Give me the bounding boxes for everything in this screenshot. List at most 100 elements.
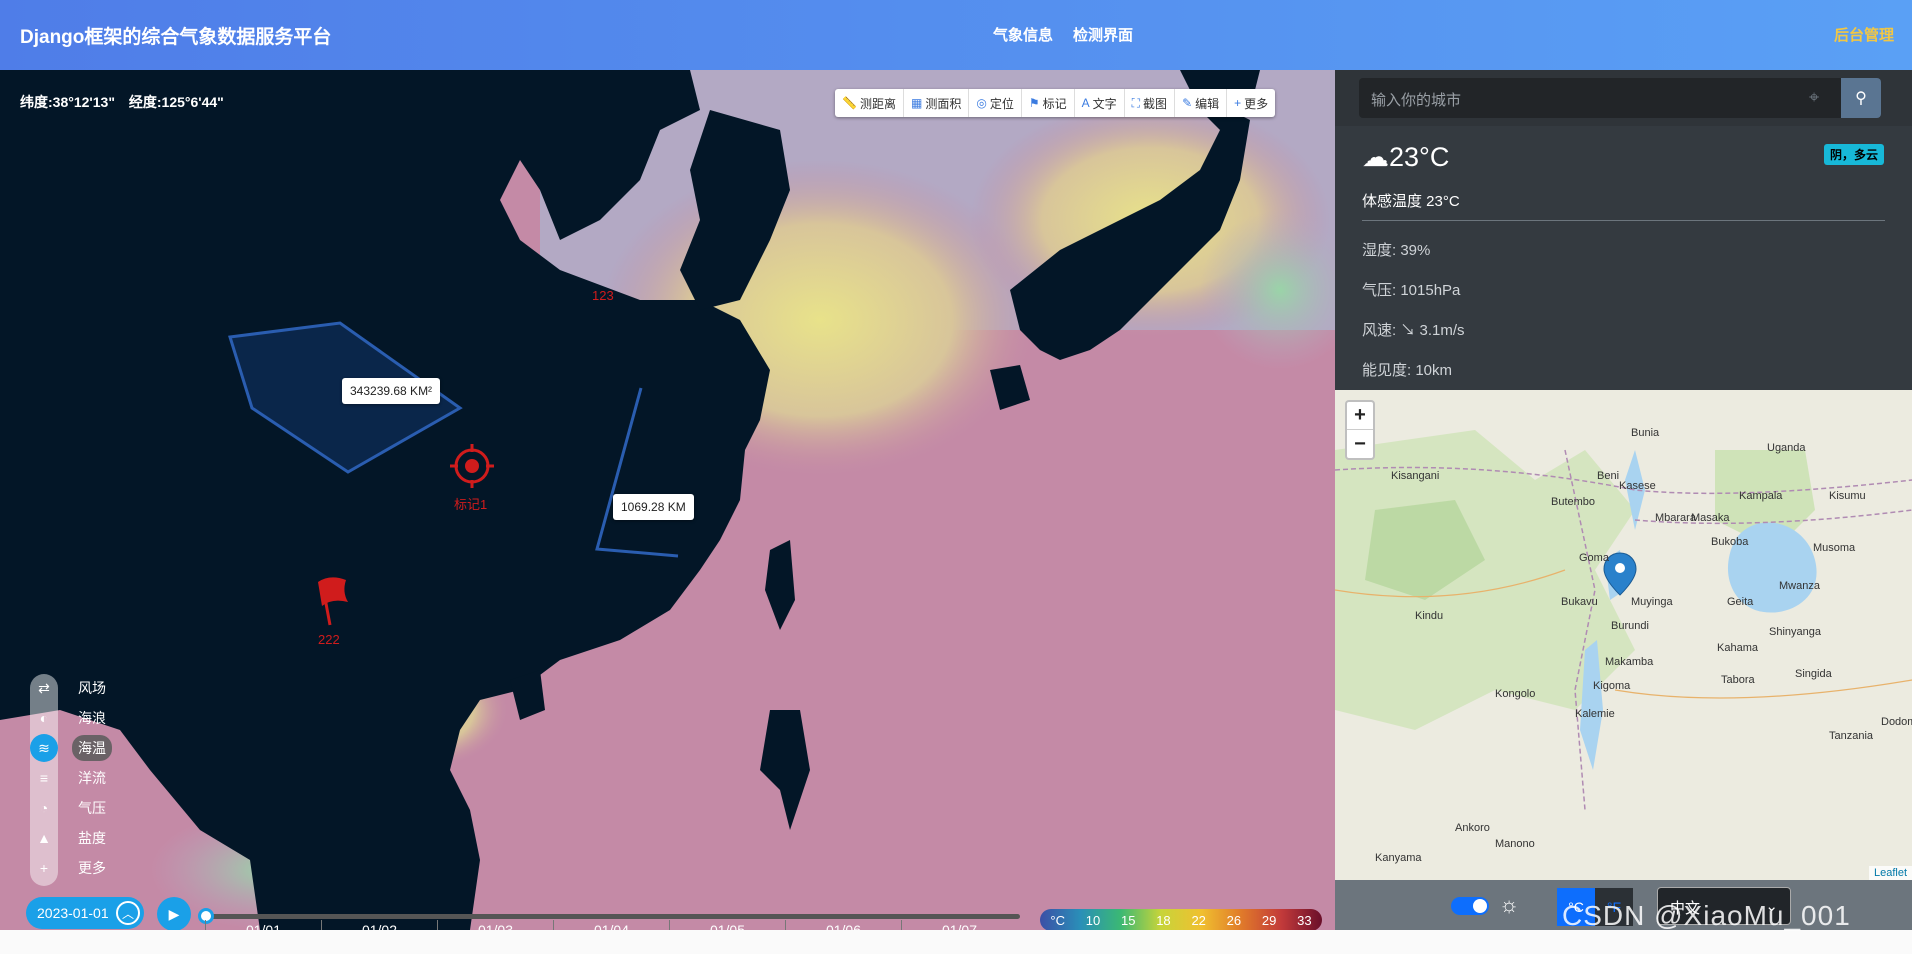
place-label: Tabora: [1721, 674, 1755, 686]
more-icon: +: [39, 860, 49, 876]
pressure: 气压: 1015hPa: [1362, 282, 1461, 299]
sea-temp-icon: ≋: [30, 734, 58, 762]
time-player: 2023-01-01 ︿ ▶ 01/01 01/02 01/03 01/04 01…: [0, 882, 1335, 930]
timeline-tick[interactable]: 01/02: [321, 920, 437, 930]
legend-value: 18: [1156, 912, 1171, 928]
place-label: Makamba: [1605, 656, 1654, 668]
timeline-tick[interactable]: 01/06: [785, 920, 901, 930]
place-label: Burundi: [1611, 620, 1649, 632]
place-label: Masaka: [1691, 512, 1730, 524]
nav-weather-info[interactable]: 气象信息: [993, 24, 1053, 45]
weather-panel: 输入你的城市 ⌖ ⚲ ☁23°C 阴，多云 体感温度 23°C 湿度: 39% …: [1335, 70, 1912, 930]
place-label: Geita: [1727, 596, 1754, 608]
main-nav: 气象信息 检测界面: [993, 24, 1133, 45]
date-picker[interactable]: 2023-01-01 ︿: [26, 897, 144, 929]
wind-speed: 风速: ↘ 3.1m/s: [1362, 322, 1465, 339]
timeline-tick[interactable]: 01/07: [901, 920, 1017, 930]
play-button[interactable]: ▶: [157, 897, 191, 930]
city-search-input[interactable]: 输入你的城市: [1371, 89, 1461, 110]
layer-pressure[interactable]: ◔ 气压: [30, 794, 112, 822]
layer-label: 海浪: [78, 710, 106, 726]
nav-monitor[interactable]: 检测界面: [1073, 24, 1133, 45]
divider: [1362, 220, 1885, 221]
place-label: Mbarara: [1655, 512, 1696, 524]
place-label: Singida: [1795, 668, 1832, 680]
minimap-canvas: [1335, 390, 1912, 880]
place-label: Musoma: [1813, 542, 1856, 554]
place-label: Goma: [1579, 552, 1609, 564]
place-label: Dodoma: [1881, 716, 1912, 728]
layer-salinity[interactable]: ▲ 盐度: [30, 824, 112, 852]
theme-toggle[interactable]: [1451, 897, 1489, 915]
current-date: 2023-01-01: [37, 905, 109, 921]
place-label: Kalemie: [1575, 708, 1615, 720]
place-label: Bukavu: [1561, 596, 1598, 608]
chevron-up-icon[interactable]: ︿: [116, 901, 140, 925]
sun-icon: ☼: [1499, 892, 1520, 917]
marker-label: 标记1: [454, 497, 488, 512]
place-label: Uganda: [1767, 442, 1806, 454]
place-label: Bunia: [1631, 427, 1660, 439]
legend-value: 26: [1226, 912, 1242, 928]
place-label: Kisangani: [1391, 470, 1440, 482]
layer-current[interactable]: ≡ 洋流: [30, 764, 112, 792]
measured-distance-line: [595, 387, 679, 558]
leaflet-attribution[interactable]: Leaflet: [1868, 866, 1912, 880]
legend-value: 15: [1120, 912, 1136, 928]
temperature-legend: °C 10 15 18 22 26 29 33: [1040, 909, 1322, 930]
visibility: 能见度: 10km: [1362, 362, 1453, 379]
area-measure-tooltip: 343239.68 KM²: [342, 378, 441, 404]
legend-value: 29: [1261, 912, 1277, 928]
zoom-control: + −: [1345, 400, 1375, 460]
layer-label: 洋流: [78, 770, 106, 786]
place-label: Mwanza: [1779, 580, 1820, 592]
search-button[interactable]: ⚲: [1841, 78, 1881, 118]
legend-value: 10: [1085, 912, 1101, 928]
feels-like: 体感温度 23°C: [1362, 193, 1460, 210]
weather-condition-badge: 阴，多云: [1823, 144, 1884, 165]
place-label: Kanyama: [1375, 852, 1422, 864]
timeline-tick[interactable]: 01/04: [553, 920, 669, 930]
legend-unit: °C: [1050, 912, 1065, 928]
place-label: Ankoro: [1455, 822, 1490, 834]
zoom-out-button[interactable]: −: [1347, 430, 1373, 458]
place-label: Kasese: [1619, 480, 1656, 492]
layer-more[interactable]: + 更多: [30, 854, 112, 882]
red-flag-icon: [318, 577, 348, 626]
zoom-in-button[interactable]: +: [1347, 402, 1373, 430]
timeline-tick[interactable]: 01/05: [669, 920, 785, 930]
layer-sea-temp[interactable]: ≋ 海温: [30, 734, 112, 762]
humidity: 湿度: 39%: [1362, 242, 1431, 259]
place-label: Muyinga: [1631, 596, 1673, 608]
layer-label: 海温: [72, 735, 112, 761]
app-title: Django框架的综合气象数据服务平台: [20, 27, 332, 48]
admin-link[interactable]: 后台管理: [1834, 24, 1894, 45]
timeline-tick[interactable]: 01/01: [205, 920, 321, 930]
watermark: CSDN @XiaoMu_001: [1562, 900, 1851, 931]
app-header: Django框架的综合气象数据服务平台 气象信息 检测界面 后台管理: [0, 0, 1912, 70]
place-label: Bukoba: [1711, 536, 1749, 548]
timeline-tick[interactable]: 01/03: [437, 920, 553, 930]
play-icon: ▶: [168, 905, 180, 922]
place-label: Manono: [1495, 838, 1535, 850]
current-temperature: ☁23°C: [1362, 142, 1449, 173]
place-label: Butembo: [1551, 496, 1596, 508]
wind-icon: ⇄: [38, 679, 50, 696]
salinity-icon: ▲: [37, 830, 51, 846]
place-label: Kampala: [1739, 490, 1783, 502]
legend-value: 22: [1191, 912, 1206, 928]
layer-wind[interactable]: ⇄ 风场: [30, 674, 112, 702]
location-minimap[interactable]: Bunia Uganda Kisangani Beni Kasese Kampa…: [1335, 390, 1912, 880]
layer-label: 更多: [78, 860, 106, 876]
place-label: Tanzania: [1829, 730, 1874, 742]
place-label: Kindu: [1415, 610, 1444, 622]
timeline-track[interactable]: [205, 914, 1020, 919]
main-map[interactable]: 纬度:38°12'13" 经度:125°6'44" 📏 测距离 ▦ 测面积 ◎ 定位 …: [0, 70, 1335, 930]
cloud-icon: ☁: [1362, 142, 1389, 172]
location-pin-icon[interactable]: ⌖: [1809, 87, 1819, 108]
temperature-value: 23°C: [1389, 142, 1450, 172]
layer-wave[interactable]: ◐ 海浪: [30, 704, 112, 732]
place-label: Kongolo: [1495, 688, 1536, 700]
place-label: Beni: [1597, 470, 1620, 482]
layer-label: 盐度: [78, 830, 106, 846]
